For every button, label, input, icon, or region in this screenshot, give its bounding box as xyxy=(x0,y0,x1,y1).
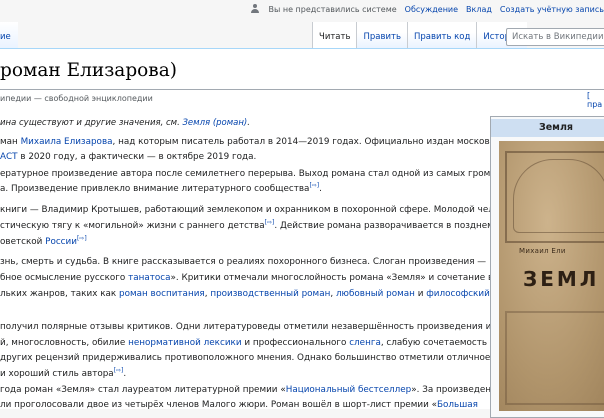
article-text: книги — Владимир Кротышев, работающий зе… xyxy=(0,205,516,215)
hatnote: ина существуют и другие значения, см. Зе… xyxy=(0,118,250,128)
talk-link[interactable]: Обсуждение xyxy=(405,5,458,14)
create-account-link[interactable]: Создать учётную запись xyxy=(500,5,604,14)
article-text: й, многословность, обилие xyxy=(0,338,129,348)
contributions-link[interactable]: Вклад xyxy=(466,5,492,14)
title-divider xyxy=(0,89,604,90)
article-text: и xyxy=(414,289,427,299)
article-text: ман xyxy=(0,137,21,147)
personal-tools: Вы не представились системе Обсуждение В… xyxy=(250,2,604,16)
tab-read[interactable]: Читать xyxy=(312,22,357,48)
article-link[interactable]: АСТ xyxy=(0,152,18,162)
hatnote-end: . xyxy=(247,118,250,128)
not-logged-in-text: Вы не представились системе xyxy=(268,4,397,14)
article-line: ературное произведение автора после семи… xyxy=(0,169,506,179)
edit-section-link[interactable]: [ пра xyxy=(587,91,604,109)
article-line: ман Михаила Елизарова, над которым писат… xyxy=(0,137,512,147)
article-text: ературное произведение автора после семи… xyxy=(0,169,507,179)
article-text: стическую тягу к «могильной» жизни с ран… xyxy=(0,221,265,231)
cover-ornament-arch xyxy=(513,159,604,233)
article-line: ли проголосовали двое из четырёх членов … xyxy=(0,400,478,410)
article-line: стическую тягу к «могильной» жизни с ран… xyxy=(0,219,494,231)
article-text: бное осмысление русского xyxy=(0,273,129,283)
article-link[interactable]: сленга xyxy=(349,338,381,348)
article-text: льких жанров, таких как xyxy=(0,289,120,299)
reference-link[interactable]: [⇨] xyxy=(309,182,319,189)
article-text: ». Критики отмечали многослойность роман… xyxy=(170,273,494,283)
article-link[interactable]: танатоса xyxy=(128,273,170,283)
article-link[interactable]: Национальный бестселлер xyxy=(286,385,412,395)
article-line: бное осмысление русского танатоса». Крит… xyxy=(0,273,493,283)
article-link[interactable]: Михаила Елизарова xyxy=(21,137,113,147)
page-actions-tabs: Читать Править Править код История xyxy=(312,22,527,48)
article-line: знь, смерть и судьба. В книге рассказыва… xyxy=(0,257,486,267)
cover-title: ЗЕМЛ xyxy=(523,267,600,291)
cover-ornament-lower xyxy=(505,311,604,405)
article-line: и хороший стиль автора[⇨]. xyxy=(0,367,127,379)
article-text: . Действие романа разворачивается в позд… xyxy=(274,221,494,231)
article-line: й, многословность, обилие ненормативной … xyxy=(0,338,516,348)
article-link[interactable]: производственный роман xyxy=(210,289,330,299)
search-input[interactable]: Искать в Википедии xyxy=(506,28,604,46)
article-text: года роман «Земля» стал лауреатом литера… xyxy=(0,385,286,395)
article-line: оветской России[⇨] xyxy=(0,235,87,247)
article-link[interactable]: философский xyxy=(426,289,490,299)
article-link[interactable]: любовный роман xyxy=(336,289,415,299)
article-line: АСТ в 2020 году, а фактически — в октябр… xyxy=(0,152,256,162)
article-line: других рецензий придерживались противопо… xyxy=(0,353,490,363)
tab-edit-source[interactable]: Править код xyxy=(406,22,477,48)
article-link[interactable]: роман воспитания xyxy=(119,289,205,299)
article-text: и хороший стиль автора xyxy=(0,369,114,379)
book-cover-image[interactable]: Михаил Ели ЗЕМЛ xyxy=(499,141,604,411)
hatnote-link[interactable]: Земля (роман) xyxy=(182,118,247,128)
article-link[interactable]: ненормативной лексики xyxy=(128,338,242,348)
article-line: года роман «Земля» стал лауреатом литера… xyxy=(0,385,502,395)
article-text: . xyxy=(123,369,127,379)
infobox: Земля Михаил Ели ЗЕМЛ xyxy=(490,116,604,418)
reference-link[interactable]: [⇨] xyxy=(77,235,87,242)
tab-edit[interactable]: Править xyxy=(356,22,407,48)
article-line: а. Произведение привлекло внимание литер… xyxy=(0,182,322,194)
article-text: получил полярные отзывы критиков. Одни л… xyxy=(0,322,492,332)
article-text: ли проголосовали двое из четырёх членов … xyxy=(0,400,437,410)
page-title: роман Елизарова) xyxy=(0,60,177,81)
article-text: знь, смерть и судьба. В книге рассказыва… xyxy=(0,257,487,267)
site-tagline: ипедии — свободной энциклопедии xyxy=(0,94,153,103)
hatnote-text: ина существуют и другие значения, см. xyxy=(0,118,183,128)
article-text: оветской xyxy=(0,237,46,247)
article-line: книги — Владимир Кротышев, работающий зе… xyxy=(0,205,515,215)
article-text: , над которым писатель работал в 2014—20… xyxy=(112,137,513,147)
article-text: . xyxy=(319,184,322,194)
user-icon xyxy=(250,4,260,14)
reference-link[interactable]: [⇨] xyxy=(265,219,275,226)
article-text: других рецензий придерживались противопо… xyxy=(0,353,491,363)
infobox-title: Земля xyxy=(491,119,604,137)
article-link[interactable]: Большая xyxy=(437,400,478,410)
article-text: и профессионального xyxy=(241,338,350,348)
article-line: получил полярные отзывы критиков. Одни л… xyxy=(0,322,491,332)
article-link[interactable]: России xyxy=(45,237,77,247)
reference-link[interactable]: [⇨] xyxy=(114,367,124,374)
article-text: в 2020 году, а фактически — в октябре 20… xyxy=(17,152,257,162)
article-text: а. Произведение привлекло внимание литер… xyxy=(0,184,310,194)
article-text: ». За произведение xyxy=(411,385,503,395)
article-line: льких жанров, таких как роман воспитания… xyxy=(0,289,490,299)
tab-article[interactable]: ие xyxy=(0,22,18,48)
cover-author: Михаил Ели xyxy=(519,247,566,255)
